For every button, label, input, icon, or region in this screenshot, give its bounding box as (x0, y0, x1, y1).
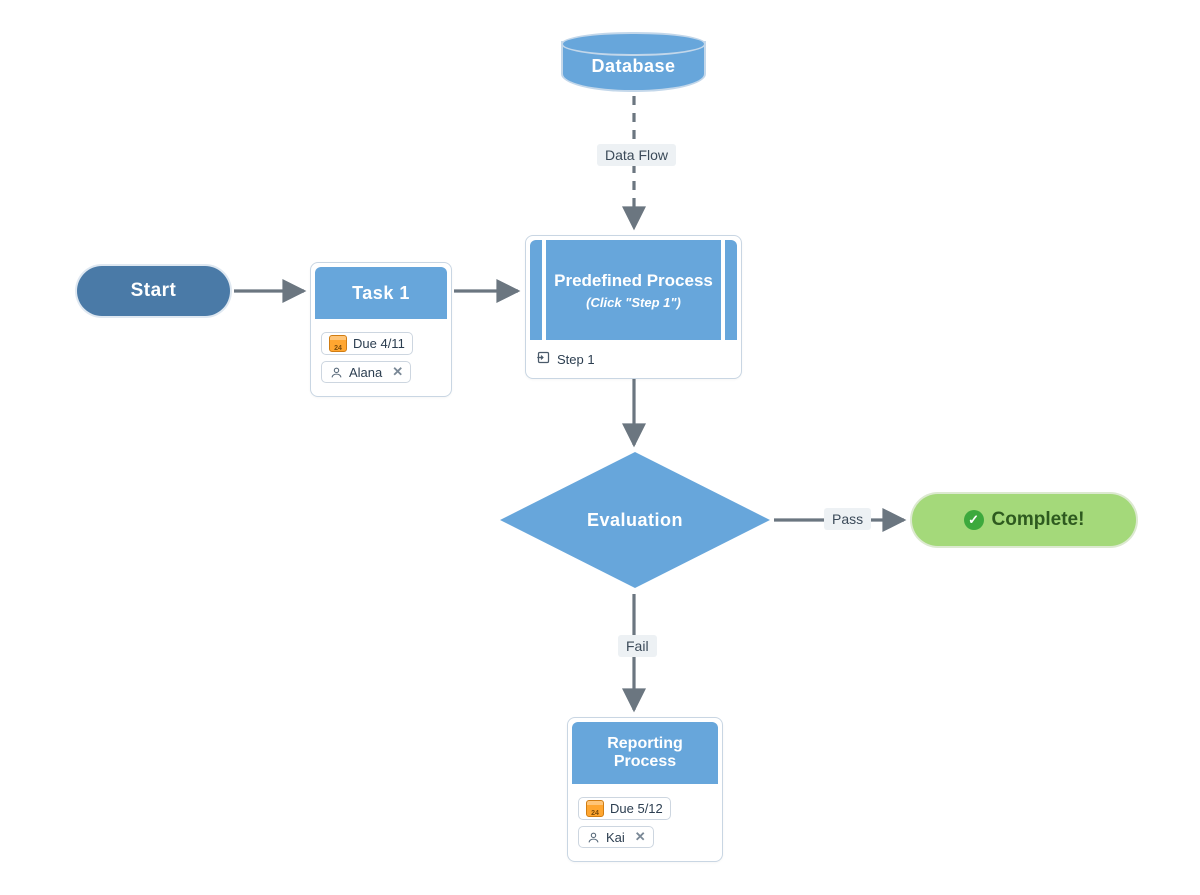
enter-icon (536, 350, 551, 368)
task1-assignee-pill[interactable]: Alana ✕ (321, 361, 411, 383)
check-icon: ✓ (964, 510, 984, 530)
complete-label: Complete! (992, 509, 1085, 531)
edge-label-pass[interactable]: Pass (824, 508, 871, 530)
reporting-assignee-pill[interactable]: Kai ✕ (578, 826, 654, 848)
reporting-assignee: Kai (606, 830, 625, 845)
task1-assignee: Alana (349, 365, 382, 380)
node-start[interactable]: Start (77, 266, 230, 316)
remove-assignee-icon[interactable]: ✕ (392, 364, 403, 380)
calendar-icon (329, 335, 347, 352)
reporting-due-pill[interactable]: Due 5/12 (578, 797, 671, 820)
node-reporting-process[interactable]: Reporting Process Due 5/12 Kai ✕ (567, 717, 723, 862)
database-label: Database (561, 56, 706, 77)
task1-title: Task 1 (315, 267, 447, 319)
predefined-bar-left (542, 240, 546, 340)
predefined-bar-right (721, 240, 725, 340)
person-icon (586, 830, 600, 844)
predefined-step-label: Step 1 (557, 352, 595, 367)
calendar-icon (586, 800, 604, 817)
remove-assignee-icon[interactable]: ✕ (635, 829, 646, 845)
edge-label-data-flow[interactable]: Data Flow (597, 144, 676, 166)
start-label: Start (131, 280, 177, 302)
node-database[interactable]: Database (561, 32, 706, 92)
task1-due-pill[interactable]: Due 4/11 (321, 332, 413, 355)
edge-label-fail[interactable]: Fail (618, 635, 657, 657)
reporting-due: Due 5/12 (610, 801, 663, 816)
predefined-title: Predefined Process (554, 271, 713, 291)
node-task1[interactable]: Task 1 Due 4/11 Alana ✕ (310, 262, 452, 397)
reporting-title-line1: Reporting (607, 735, 683, 753)
node-predefined-process[interactable]: Predefined Process (Click "Step 1") Step… (525, 235, 742, 379)
predefined-step-row[interactable]: Step 1 (536, 348, 731, 370)
node-complete[interactable]: ✓ Complete! (912, 494, 1136, 546)
predefined-subtitle: (Click "Step 1") (586, 295, 681, 310)
flowchart-canvas[interactable]: { "nodes": { "start": { "label": "Start"… (0, 0, 1200, 895)
person-icon (329, 365, 343, 379)
reporting-title-line2: Process (614, 753, 676, 771)
node-evaluation[interactable]: Evaluation (500, 452, 770, 588)
task1-due: Due 4/11 (353, 336, 405, 351)
evaluation-label: Evaluation (500, 452, 770, 588)
